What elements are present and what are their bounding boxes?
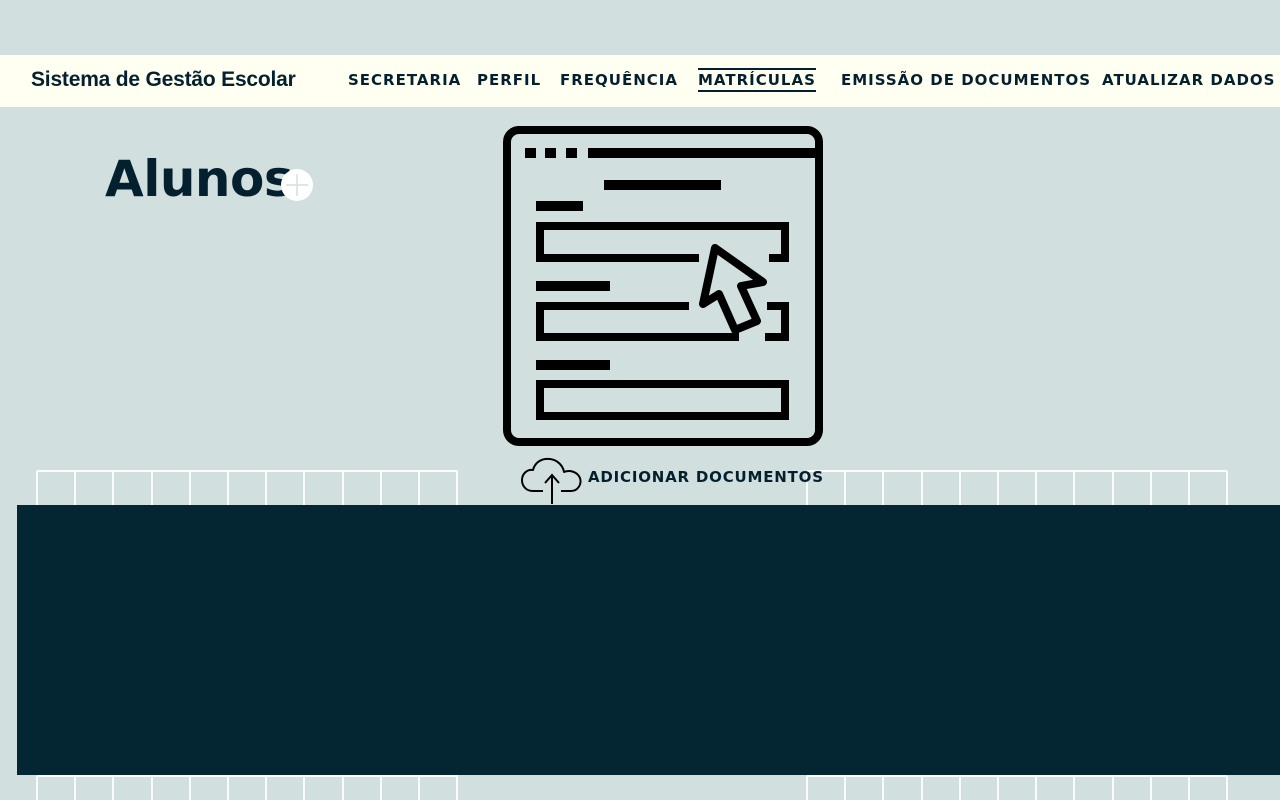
nav-item-secretaria[interactable]: SECRETARIA: [348, 55, 461, 107]
nav-item-atualizar-dados[interactable]: ATUALIZAR DADOS: [1102, 55, 1275, 107]
page-title: Alunos: [105, 150, 294, 208]
app-title: Sistema de Gestão Escolar: [31, 68, 296, 91]
cloud-upload-icon: [521, 457, 582, 504]
nav-item-label: EMISSÃO DE DOCUMENTOS: [841, 71, 1092, 89]
nav-item-matriculas[interactable]: MATRÍCULAS: [698, 55, 816, 107]
nav-item-label: ATUALIZAR DADOS: [1102, 71, 1276, 89]
nav-item-label: MATRÍCULAS: [698, 68, 816, 92]
nav-item-perfil[interactable]: PERFIL: [477, 55, 541, 107]
nav-item-label: PERFIL: [477, 71, 542, 89]
add-documents-label: ADICIONAR DOCUMENTOS: [588, 468, 824, 486]
nav-item-emissao-de-documentos[interactable]: EMISSÃO DE DOCUMENTOS: [841, 55, 1091, 107]
add-student-button[interactable]: [281, 169, 313, 201]
top-navbar: Sistema de Gestão Escolar SECRETARIA PER…: [0, 55, 1280, 107]
nav-item-label: SECRETARIA: [348, 71, 462, 89]
form-window-cursor-icon: [503, 126, 823, 446]
nav-item-label: FREQUÊNCIA: [560, 71, 678, 89]
nav-item-frequencia[interactable]: FREQUÊNCIA: [560, 55, 678, 107]
students-content-panel: [17, 505, 1280, 775]
plus-circle-icon: [281, 169, 313, 201]
app-root: Sistema de Gestão Escolar SECRETARIA PER…: [0, 0, 1280, 800]
